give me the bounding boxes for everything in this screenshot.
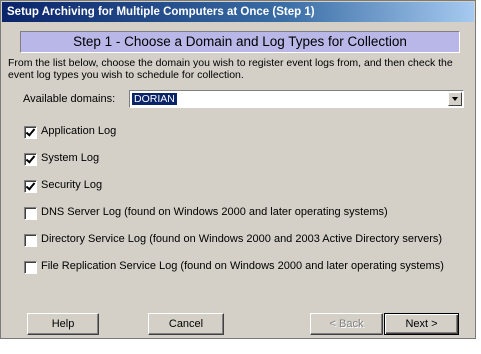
domain-selected-value: DORIAN <box>132 93 177 105</box>
cancel-button[interactable]: Cancel <box>148 313 224 335</box>
dns-server-log-label: DNS Server Log (found on Windows 2000 an… <box>41 206 388 218</box>
directory-service-log-label: Directory Service Log (found on Windows … <box>41 233 443 245</box>
chevron-down-icon[interactable] <box>448 92 462 106</box>
back-button[interactable]: < Back <box>310 313 383 335</box>
file-replication-log-label: File Replication Service Log (found on W… <box>41 260 444 272</box>
checkbox-checked-icon[interactable] <box>24 180 37 193</box>
step-banner: Step 1 - Choose a Domain and Log Types f… <box>20 31 460 53</box>
instructions-text: From the list below, choose the domain y… <box>8 57 453 81</box>
dialog-title: Setup Archiving for Multiple Computers a… <box>2 2 474 22</box>
next-button[interactable]: Next > <box>384 313 459 335</box>
domain-select[interactable]: DORIAN <box>129 90 464 108</box>
checkbox-checked-icon[interactable] <box>24 153 37 166</box>
application-log-label: Application Log <box>41 125 117 137</box>
checkbox-unchecked-icon[interactable] <box>24 261 37 274</box>
setup-archiving-dialog: Setup Archiving for Multiple Computers a… <box>0 0 476 339</box>
security-log-label: Security Log <box>41 179 103 191</box>
checkbox-checked-icon[interactable] <box>24 126 37 139</box>
available-domains-label: Available domains: <box>23 93 116 105</box>
checkbox-unchecked-icon[interactable] <box>24 234 37 247</box>
system-log-label: System Log <box>41 152 100 164</box>
checkbox-unchecked-icon[interactable] <box>24 207 37 220</box>
help-button[interactable]: Help <box>27 313 99 335</box>
